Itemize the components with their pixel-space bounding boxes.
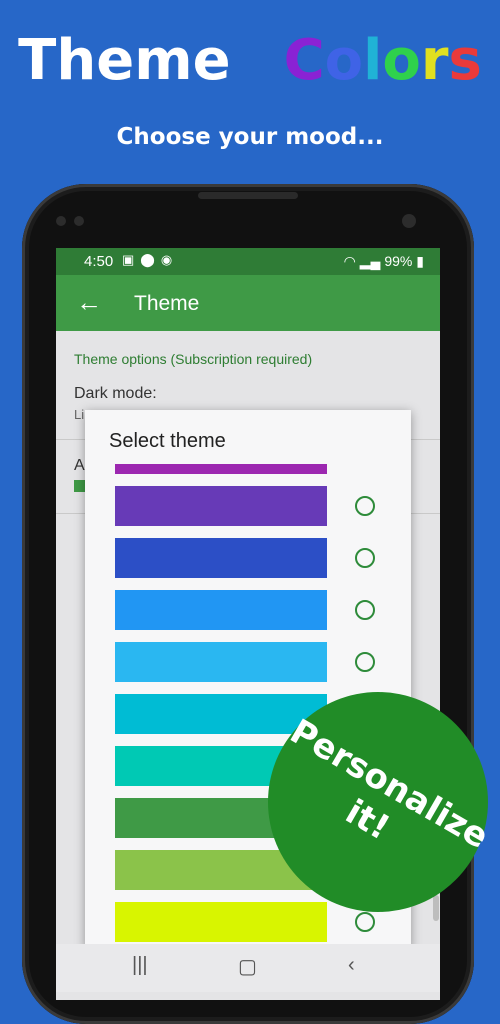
location-pin-icon: ⬤ [140,252,161,267]
status-bar: 4:50 ▣⬤◉ ◠ ▂▄ 99% ▮ [56,248,440,275]
radio-button[interactable] [355,548,375,568]
headline-letter: l [363,28,383,93]
recent-apps-icon[interactable]: ||| [132,954,148,977]
arrow-left-icon[interactable]: ← [76,287,102,318]
dark-mode-value: Li [74,407,85,422]
app-bar: ← Theme [56,275,440,331]
status-right: ◠ ▂▄ 99% ▮ [344,253,424,270]
accent-label[interactable]: A [74,457,85,475]
battery-percent: 99% [384,253,413,269]
status-time: 4:50 [84,253,114,270]
dialog-title: Select theme [109,430,226,452]
phone-speaker [198,192,298,199]
back-icon[interactable]: ‹ [348,954,355,977]
home-icon[interactable]: ▢ [238,954,257,979]
subline: Choose your mood... [116,124,384,150]
section-header: Theme options (Subscription required) [74,351,313,367]
phone-sensor-dot [56,216,66,226]
headline-letter: o [382,28,421,93]
signal-icon: ▂▄ [359,253,381,269]
radio-button[interactable] [355,600,375,620]
image-icon: ▣ [122,252,141,267]
headline-colors-word: Colors [284,28,482,93]
nav-bar: ||| ▢ ‹ [56,944,440,992]
page-title: Theme [134,292,200,315]
battery-icon: ▮ [416,253,424,269]
radio-button[interactable] [355,496,375,516]
theme-color-swatch [115,486,327,526]
headline-word-theme: Theme [18,28,231,93]
theme-option[interactable] [85,464,411,486]
headline-letter: C [283,28,325,93]
theme-option[interactable] [85,486,411,538]
phone-camera [402,214,416,228]
headline-letter: r [420,28,449,93]
theme-color-swatch [115,642,327,682]
theme-color-swatch [115,590,327,630]
headline: Theme Colors [0,28,500,93]
theme-color-swatch [115,538,327,578]
personalize-badge: Personalize it! [268,692,495,912]
location-pin-icon: ◉ [160,252,179,267]
headline-letter: o [324,28,364,93]
theme-color-swatch [115,464,327,474]
theme-color-swatch [115,902,327,942]
phone-sensor-dot [74,216,84,226]
dark-mode-label[interactable]: Dark mode: [74,385,157,403]
notification-icons: ▣⬤◉ [122,252,178,268]
headline-letter: s [448,28,482,93]
theme-option[interactable] [85,590,411,642]
theme-option[interactable] [85,538,411,590]
wifi-icon: ◠ [343,253,356,269]
